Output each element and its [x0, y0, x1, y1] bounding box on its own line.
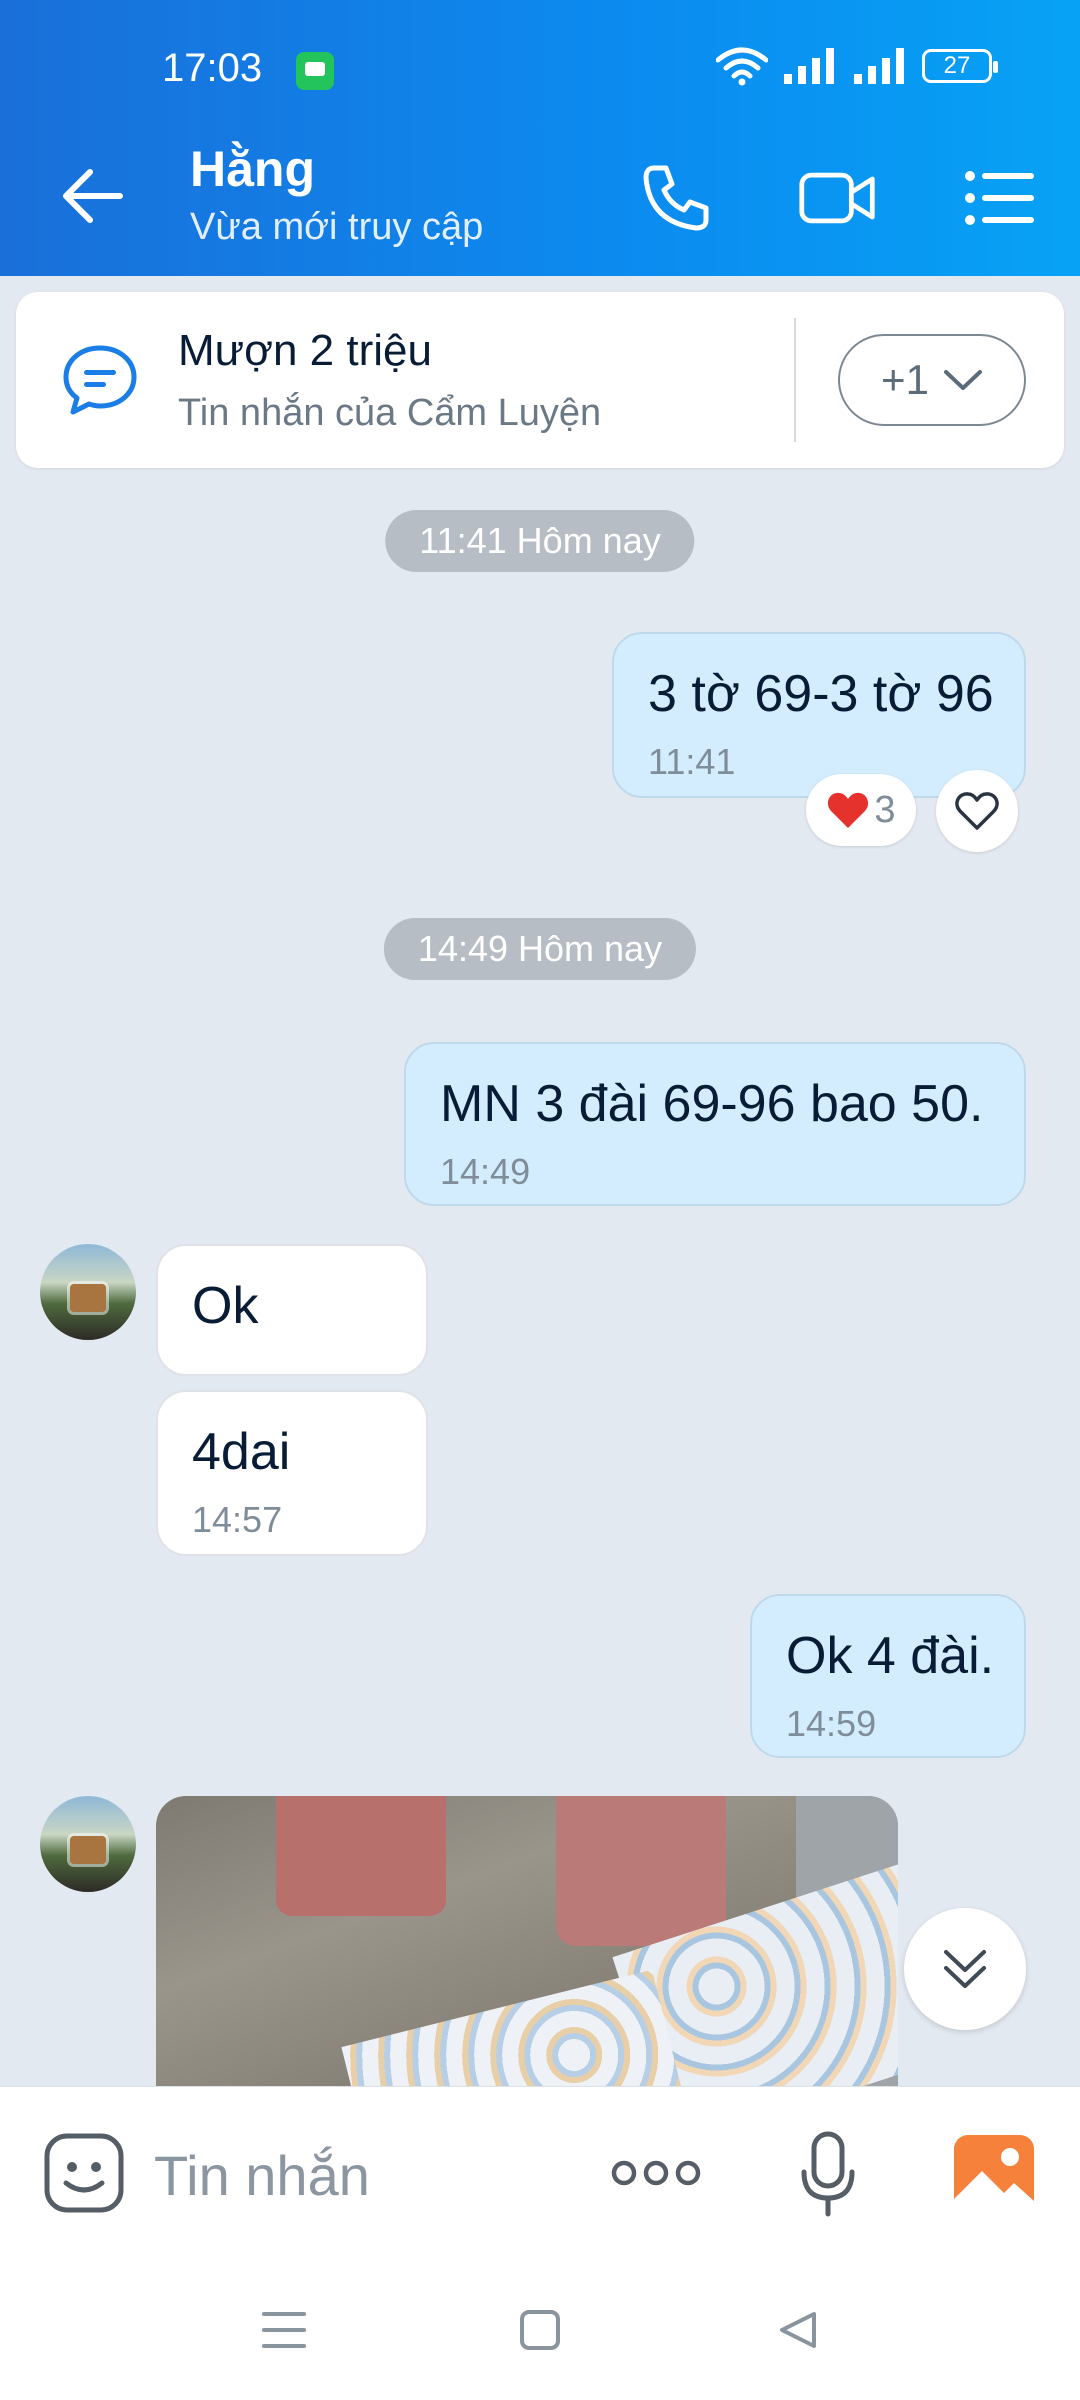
status-bar: 17:03 27 [0, 0, 1080, 114]
system-navigation-bar [0, 2260, 1080, 2400]
options-menu-button[interactable] [960, 158, 1040, 238]
reaction-count: 3 [874, 788, 896, 831]
photo-stool [556, 1796, 726, 1946]
recent-apps-button[interactable] [254, 2300, 314, 2360]
video-camera-icon [799, 172, 875, 224]
message-time: 11:41 [648, 741, 736, 783]
pinned-title: Mượn 2 triệu [178, 326, 432, 375]
menu-icon [262, 2312, 306, 2348]
wifi-icon [716, 47, 768, 86]
avatar[interactable] [40, 1796, 136, 1892]
photo-tile [341, 1969, 691, 2086]
system-back-button[interactable] [768, 2300, 828, 2360]
back-arrow-icon [63, 169, 123, 223]
message-time: 14:57 [192, 1499, 283, 1541]
date-separator: 14:49 Hôm nay [383, 918, 697, 980]
pinned-subtitle: Tin nhắn của Cẩm Luyện [178, 392, 602, 434]
pinned-divider [794, 318, 796, 442]
video-call-button[interactable] [798, 158, 878, 238]
battery-indicator: 27 [922, 49, 998, 83]
chat-header: Hằng Vừa mới truy cập [0, 114, 1080, 276]
image-gallery-icon[interactable] [952, 2133, 1036, 2217]
date-separator: 11:41 Hôm nay [385, 510, 695, 572]
message-text: Ok 4 đài. [786, 1627, 995, 1685]
home-square-icon [520, 2310, 560, 2350]
message-composer [0, 2086, 1080, 2260]
more-dots-icon [611, 2160, 701, 2186]
double-chevron-down-icon [944, 1950, 986, 1988]
message-text: 3 tờ 69-3 tờ 96 [648, 665, 994, 723]
photo-stool [276, 1796, 446, 1916]
call-button[interactable] [636, 158, 716, 238]
signal-icon-2 [854, 48, 904, 84]
incoming-message[interactable]: Ok [156, 1244, 428, 1376]
sticker-smiley-icon[interactable] [42, 2131, 126, 2215]
message-text: MN 3 đài 69-96 bao 50. [440, 1075, 984, 1133]
scroll-to-bottom-button[interactable] [904, 1908, 1026, 2030]
pinned-expand-button[interactable]: +1 [838, 334, 1026, 426]
status-indicators: 27 [716, 46, 998, 86]
pinned-message-card[interactable]: Mượn 2 triệu Tin nhắn của Cẩm Luyện +1 [16, 292, 1064, 468]
chevron-down-icon [943, 370, 982, 390]
pinned-more-count: +1 [881, 356, 929, 403]
voice-message-button[interactable] [784, 2127, 872, 2223]
message-time: 14:49 [440, 1151, 531, 1193]
contact-status: Vừa mới truy cập [190, 206, 484, 248]
home-button[interactable] [510, 2300, 570, 2360]
contact-name[interactable]: Hằng [190, 140, 315, 198]
microphone-icon [801, 2131, 855, 2217]
heart-icon [955, 792, 999, 830]
image-message[interactable] [156, 1796, 898, 2086]
top-bar: 17:03 27 Hằng Vừa mới truy cập [0, 0, 1080, 276]
message-input[interactable] [154, 2137, 574, 2213]
menu-list-icon [965, 171, 1034, 225]
phone-icon [643, 165, 709, 231]
more-options-button[interactable] [608, 2141, 704, 2205]
signal-icon [784, 48, 834, 84]
chat-bubble-icon [63, 345, 137, 415]
message-text: Ok [192, 1277, 259, 1335]
outgoing-message[interactable]: MN 3 đài 69-96 bao 50. 14:49 [404, 1042, 1026, 1206]
avatar[interactable] [40, 1244, 136, 1340]
back-triangle-icon [780, 2312, 816, 2348]
react-button[interactable] [936, 770, 1018, 852]
message-time: 14:59 [786, 1703, 877, 1745]
incoming-message[interactable]: 4dai 14:57 [156, 1390, 428, 1556]
status-time: 17:03 [162, 46, 263, 90]
reaction-badge[interactable]: 3 [806, 774, 916, 846]
message-notification-icon [296, 52, 334, 90]
back-button[interactable] [56, 160, 128, 232]
message-text: 4dai [192, 1423, 291, 1481]
outgoing-message[interactable]: Ok 4 đài. 14:59 [750, 1594, 1026, 1758]
heart-filled-icon [828, 792, 869, 828]
